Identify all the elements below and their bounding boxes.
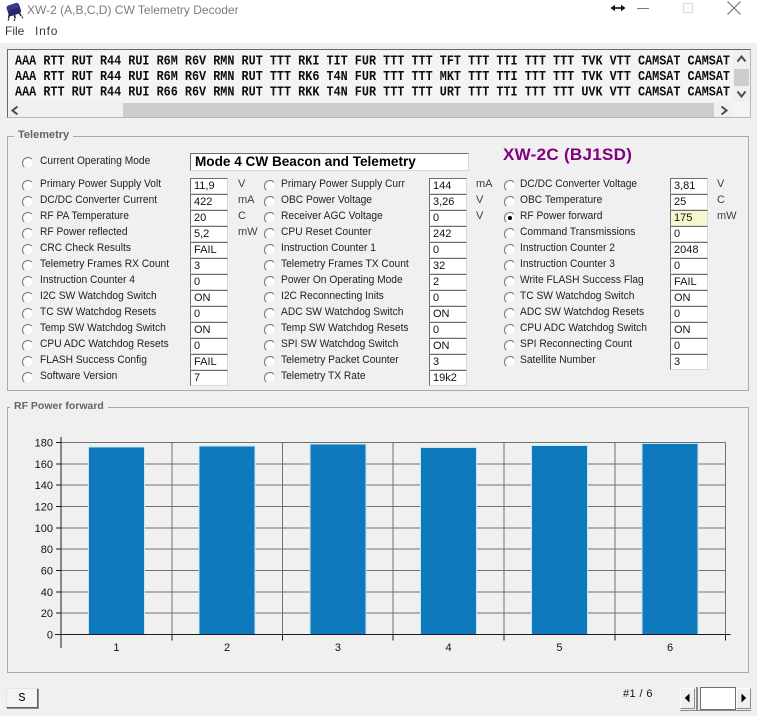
svg-text:120: 120 — [35, 502, 53, 514]
svg-text:20: 20 — [41, 608, 53, 620]
svg-text:6: 6 — [667, 642, 673, 654]
svg-text:60: 60 — [41, 566, 53, 578]
svg-text:180: 180 — [35, 438, 53, 450]
svg-text:40: 40 — [41, 587, 53, 599]
svg-text:2: 2 — [224, 642, 230, 654]
svg-text:5: 5 — [556, 642, 562, 654]
svg-text:4: 4 — [446, 642, 452, 654]
svg-text:140: 140 — [35, 480, 53, 492]
svg-text:160: 160 — [35, 459, 53, 471]
svg-text:3: 3 — [335, 642, 341, 654]
svg-text:100: 100 — [35, 523, 53, 535]
svg-text:0: 0 — [47, 630, 53, 642]
svg-text:80: 80 — [41, 544, 53, 556]
svg-text:1: 1 — [113, 642, 119, 654]
